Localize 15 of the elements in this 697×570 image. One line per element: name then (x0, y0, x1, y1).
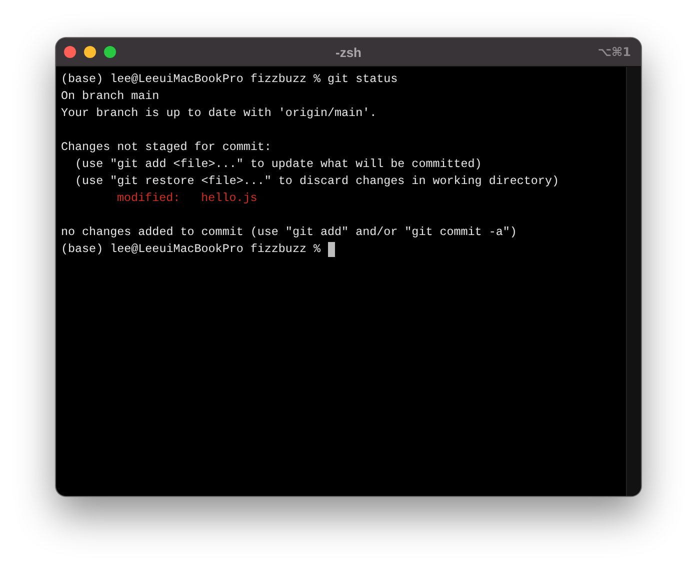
shortcut-label: ⌥⌘1 (598, 45, 632, 59)
terminal-line: Your branch is up to date with 'origin/main'. (61, 105, 378, 122)
terminal-line: (use "git add <file>..." to update what will be committed) (74, 156, 483, 173)
terminal-line: Changes not staged for commit: (61, 139, 272, 156)
terminal-line: (use "git restore <file>..." to discard changes in working directory) (74, 173, 560, 190)
terminal-line: no changes added to commit (use "git add" and/or "git commit -a") (61, 224, 518, 241)
zoom-button[interactable] (104, 46, 116, 58)
modified-file-line: modified: hello.js (116, 190, 258, 207)
shell-prompt: (base) lee@LeeuiMacBookPro fizzbuzz % (61, 241, 321, 258)
window-title: -zsh (336, 44, 362, 60)
text-cursor (328, 242, 335, 257)
close-button[interactable] (64, 46, 76, 58)
minimize-button[interactable] (84, 46, 96, 58)
terminal-line: On branch main (61, 88, 160, 105)
terminal-line: (base) lee@LeeuiMacBookPro fizzbuzz % git status (61, 71, 399, 88)
